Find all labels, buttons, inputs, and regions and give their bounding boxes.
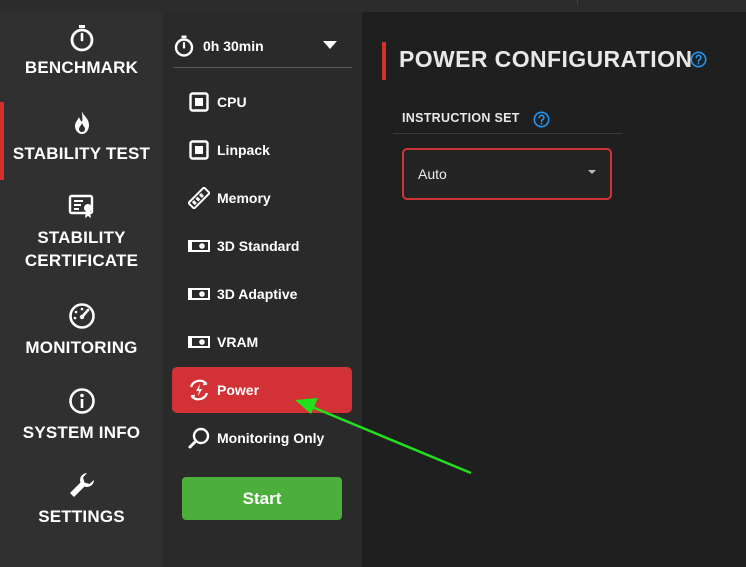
test-item-linpack[interactable]: Linpack (172, 127, 352, 173)
test-label-monitoring-only: Monitoring Only (217, 430, 325, 446)
test-label-linpack: Linpack (217, 142, 270, 158)
nav-item-settings[interactable]: SETTINGS (0, 470, 163, 528)
page-title: POWER CONFIGURATION (399, 46, 693, 72)
test-label-memory: Memory (217, 190, 271, 206)
test-item-power[interactable]: Power (172, 367, 352, 413)
panel-divider (173, 67, 352, 68)
test-item-3d-adaptive[interactable]: 3D Adaptive (172, 271, 352, 317)
flame-icon (74, 111, 89, 134)
ram-icon (188, 187, 210, 209)
test-item-monitoring-only[interactable]: Monitoring Only (172, 415, 352, 461)
instruction-set-select[interactable]: Auto (402, 148, 612, 200)
power-cycle-icon (189, 379, 209, 401)
instruction-set-value: Auto (418, 166, 447, 182)
chevron-down-icon (323, 41, 337, 49)
start-button[interactable]: Start (182, 477, 342, 520)
wrench-icon (69, 473, 94, 497)
magnifier-icon (188, 427, 210, 449)
test-item-cpu[interactable]: CPU (172, 79, 352, 125)
main-nav: BENCHMARK STABILITY TEST STABILITY CERTI… (0, 12, 163, 567)
test-label-cpu: CPU (217, 94, 247, 110)
duration-selector[interactable]: 0h 30min (173, 26, 353, 66)
chip-icon (189, 92, 209, 112)
certificate-icon (68, 194, 93, 218)
config-panel: POWER CONFIGURATION INSTRUCTION SET Auto (362, 12, 746, 567)
stopwatch-icon (70, 25, 93, 52)
test-item-vram[interactable]: VRAM (172, 319, 352, 365)
nav-item-stability-test[interactable]: STABILITY TEST (0, 109, 163, 165)
test-label-3d-adaptive: 3D Adaptive (217, 286, 298, 302)
window-top-strip (0, 0, 746, 12)
nav-item-benchmark[interactable]: BENCHMARK (0, 24, 163, 79)
info-icon (68, 388, 95, 414)
duration-value: 0h 30min (203, 38, 264, 54)
test-label-vram: VRAM (217, 334, 259, 350)
test-label-power: Power (217, 382, 260, 398)
gauge-icon (68, 303, 95, 329)
test-item-3d-standard[interactable]: 3D Standard (172, 223, 352, 269)
gpu-icon (188, 240, 210, 252)
nav-label-settings: SETTINGS (38, 507, 125, 526)
title-accent-bar (382, 42, 386, 80)
gpu-icon (188, 336, 210, 348)
nav-label-stability-test: STABILITY TEST (12, 144, 151, 163)
nav-label-system-info: SYSTEM INFO (22, 423, 141, 442)
help-icon[interactable] (690, 51, 707, 68)
test-item-memory[interactable]: Memory (172, 175, 352, 221)
gpu-icon (188, 288, 210, 300)
instruction-set-label: INSTRUCTION SET (402, 111, 520, 125)
nav-label-certificate: CERTIFICATE (24, 251, 139, 270)
nav-item-system-info[interactable]: SYSTEM INFO (0, 387, 163, 444)
chevron-down-icon (588, 170, 596, 174)
help-icon[interactable] (533, 111, 550, 128)
nav-label-monitoring: MONITORING (25, 338, 138, 357)
nav-item-monitoring[interactable]: MONITORING (0, 302, 163, 359)
test-label-3d-standard: 3D Standard (217, 238, 300, 254)
nav-label-benchmark: BENCHMARK (24, 58, 139, 77)
nav-item-stability-certificate[interactable]: STABILITY CERTIFICATE (0, 194, 163, 272)
stopwatch-icon (174, 35, 194, 57)
chip-icon (189, 140, 209, 160)
top-strip-separator (577, 0, 578, 5)
nav-label-stability: STABILITY (37, 228, 126, 247)
section-divider (393, 133, 622, 134)
test-panel: 0h 30min CPU Linpack Memory 3D Standard … (163, 12, 362, 567)
